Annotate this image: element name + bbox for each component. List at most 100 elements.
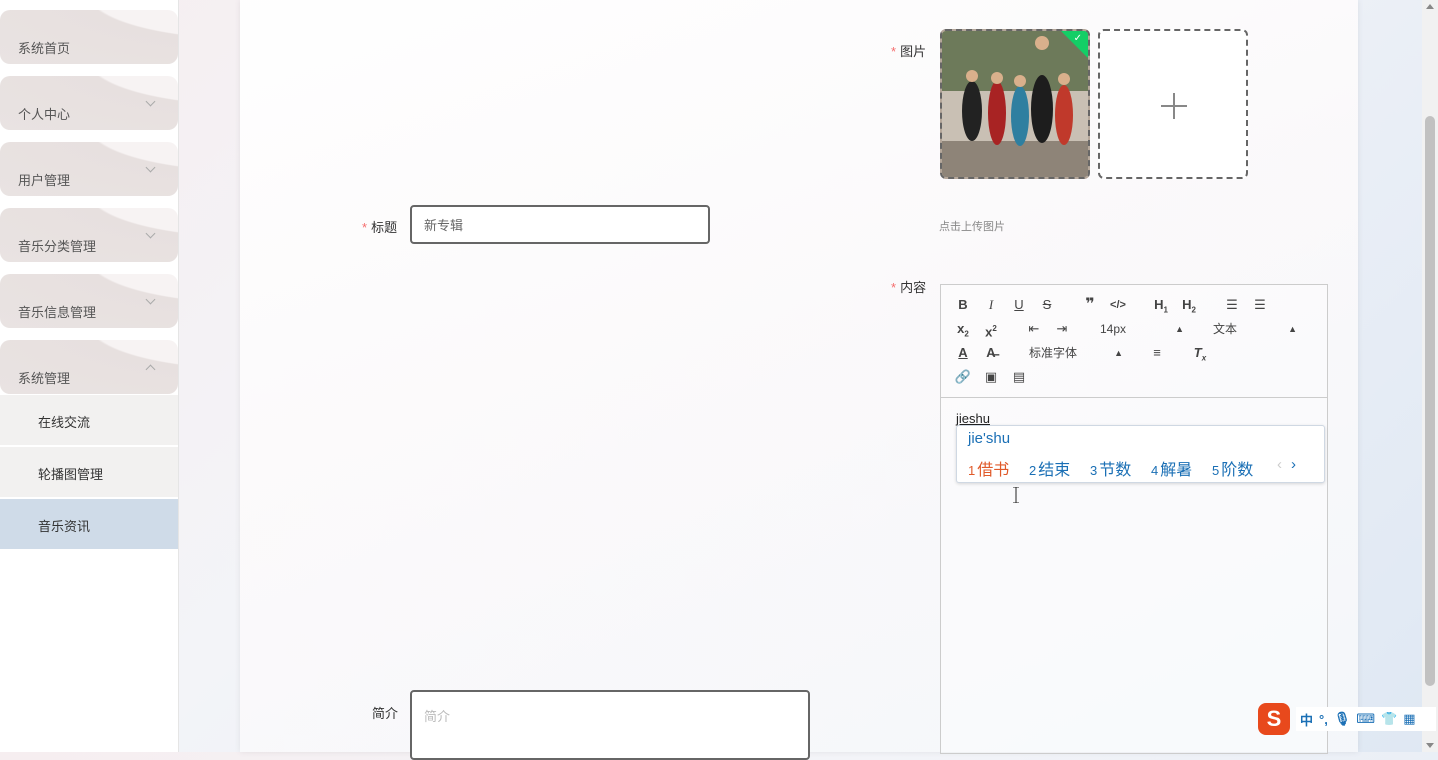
clear-format-icon[interactable]: Tx	[1189, 343, 1211, 363]
ime-next-page-icon[interactable]: ›	[1291, 456, 1296, 473]
ime-candidate-text: 节数	[1099, 462, 1132, 479]
underline-icon[interactable]: U	[1008, 295, 1030, 315]
intro-textarea[interactable]: 简介	[410, 690, 810, 760]
block-type-select[interactable]: 文本 ▲	[1213, 319, 1297, 339]
sidebar-subitem-online-chat[interactable]: 在线交流	[0, 395, 178, 446]
ime-candidate-2[interactable]: 2 结束	[1029, 456, 1070, 480]
ime-punct-toggle[interactable]: °,	[1319, 712, 1328, 727]
scroll-down-icon[interactable]	[1426, 743, 1434, 748]
outdent-icon[interactable]: ⇤	[1023, 319, 1045, 339]
skin-icon[interactable]: 👕	[1381, 711, 1397, 727]
blockquote-icon[interactable]: ❞	[1079, 295, 1101, 315]
required-mark: *	[891, 44, 897, 59]
sidebar-subitem-music-news[interactable]: 音乐资讯	[0, 499, 178, 550]
font-family-value: 标准字体	[1029, 346, 1078, 360]
ime-prev-page-icon[interactable]: ‹	[1277, 456, 1282, 473]
heading-2-icon[interactable]: H2	[1178, 295, 1200, 315]
ime-status-items: 中 °, 🎙 ⌨ 👕 ▦	[1296, 707, 1436, 731]
code-block-icon[interactable]: </>	[1107, 295, 1129, 315]
sidebar-item-label: 音乐信息管理	[18, 305, 97, 320]
ime-pinyin: jie'shu	[968, 430, 1011, 447]
sidebar: 系统首页 个人中心 用户管理 音乐分类管理 音乐信息管理 系统管理 在线交流 轮…	[0, 0, 179, 752]
ime-candidate-number: 4	[1151, 463, 1159, 478]
strike-icon[interactable]: S	[1036, 295, 1058, 315]
check-icon: ✓	[1073, 33, 1082, 44]
select-arrow-icon: ▲	[1288, 324, 1297, 334]
chevron-up-icon	[145, 364, 156, 375]
ime-candidate-number: 5	[1212, 463, 1220, 478]
sidebar-item-label: 用户管理	[18, 173, 71, 188]
scroll-thumb[interactable]	[1425, 116, 1435, 686]
block-type-value: 文本	[1213, 322, 1238, 336]
ime-candidate-text: 解暑	[1160, 462, 1193, 479]
title-label-text: 标题	[371, 220, 398, 235]
sogou-logo-icon[interactable]: S	[1258, 703, 1290, 735]
align-left-icon[interactable]: ≡	[1146, 343, 1168, 363]
required-mark: *	[362, 220, 368, 235]
sidebar-subitem-carousel[interactable]: 轮播图管理	[0, 447, 178, 498]
text-color-icon[interactable]: A	[952, 343, 974, 363]
heading-1-icon[interactable]: H1	[1150, 295, 1172, 315]
sidebar-subitem-label: 音乐资讯	[38, 519, 91, 534]
sidebar-item-home[interactable]: 系统首页	[0, 10, 178, 64]
required-mark: *	[891, 280, 897, 295]
bullet-list-icon[interactable]: ☰	[1249, 295, 1271, 315]
ime-candidate-1[interactable]: 1 借书	[968, 456, 1009, 480]
ime-candidate-text: 阶数	[1221, 462, 1254, 479]
content-label-text: 内容	[900, 280, 927, 295]
sidebar-item-music-category[interactable]: 音乐分类管理	[0, 208, 178, 262]
indent-icon[interactable]: ⇥	[1051, 319, 1073, 339]
video-icon[interactable]: ▤	[1008, 367, 1030, 387]
microphone-icon[interactable]: 🎙	[1334, 711, 1351, 727]
image-icon[interactable]: ▣	[980, 367, 1002, 387]
background-color-icon[interactable]: A̶	[980, 343, 1002, 363]
sidebar-item-label: 音乐分类管理	[18, 239, 97, 254]
italic-icon[interactable]: I	[980, 295, 1002, 315]
sidebar-item-label: 个人中心	[18, 107, 71, 122]
ime-candidate-text: 借书	[977, 462, 1010, 479]
intro-placeholder: 简介	[424, 709, 451, 724]
ime-candidate-number: 1	[968, 463, 976, 478]
intro-label-text: 简介	[372, 706, 399, 721]
image-label-text: 图片	[900, 44, 927, 59]
ordered-list-icon[interactable]: ☰	[1221, 295, 1243, 315]
sidebar-item-label: 系统管理	[18, 371, 71, 386]
font-family-select[interactable]: 标准字体 ▲	[1029, 343, 1123, 363]
ime-candidate-3[interactable]: 3 节数	[1090, 456, 1131, 480]
ime-candidate-4[interactable]: 4 解暑	[1151, 456, 1192, 480]
scroll-up-icon[interactable]	[1426, 4, 1434, 9]
title-input[interactable]: 新专辑	[410, 205, 710, 244]
sidebar-item-system-management[interactable]: 系统管理	[0, 340, 178, 394]
sidebar-subitem-label: 在线交流	[38, 415, 91, 430]
select-arrow-icon: ▲	[1114, 348, 1123, 358]
sidebar-subitem-label: 轮播图管理	[38, 467, 104, 482]
subscript-icon[interactable]: x2	[952, 319, 974, 339]
page-scrollbar[interactable]	[1422, 0, 1438, 752]
ime-mode-toggle[interactable]: 中	[1300, 710, 1313, 729]
uploaded-image-thumbnail[interactable]: ✓	[940, 29, 1090, 179]
font-size-value: 14px	[1100, 322, 1127, 336]
title-input-value: 新专辑	[424, 218, 464, 233]
ime-candidate-number: 2	[1029, 463, 1037, 478]
keyboard-icon[interactable]: ⌨	[1356, 711, 1375, 727]
toolbox-icon[interactable]: ▦	[1403, 711, 1415, 727]
bold-icon[interactable]: B	[952, 295, 974, 315]
editor-content-text[interactable]: jieshu	[956, 411, 990, 426]
editor-toolbar: B I U S ❞ </> H1 H2 ☰ ☰ x2 x2 ⇤ ⇥ 14px ▲ …	[941, 285, 1327, 398]
superscript-icon[interactable]: x2	[980, 319, 1002, 339]
select-arrow-icon: ▲	[1175, 324, 1184, 334]
chevron-down-icon	[145, 162, 156, 173]
upload-add-button[interactable]	[1098, 29, 1248, 179]
font-size-select[interactable]: 14px ▲	[1100, 319, 1184, 339]
sidebar-item-label: 系统首页	[18, 41, 71, 56]
ime-candidate-text: 结束	[1038, 462, 1071, 479]
ime-candidate-5[interactable]: 5 阶数	[1212, 456, 1253, 480]
plus-icon-vertical	[1173, 93, 1175, 119]
image-label: * 图片	[891, 41, 926, 60]
intro-label: 简介	[372, 703, 398, 722]
link-icon[interactable]: 🔗	[952, 367, 974, 387]
title-label: * 标题	[362, 217, 397, 236]
sidebar-item-user-management[interactable]: 用户管理	[0, 142, 178, 196]
sidebar-item-personal-center[interactable]: 个人中心	[0, 76, 178, 130]
sidebar-item-music-info[interactable]: 音乐信息管理	[0, 274, 178, 328]
